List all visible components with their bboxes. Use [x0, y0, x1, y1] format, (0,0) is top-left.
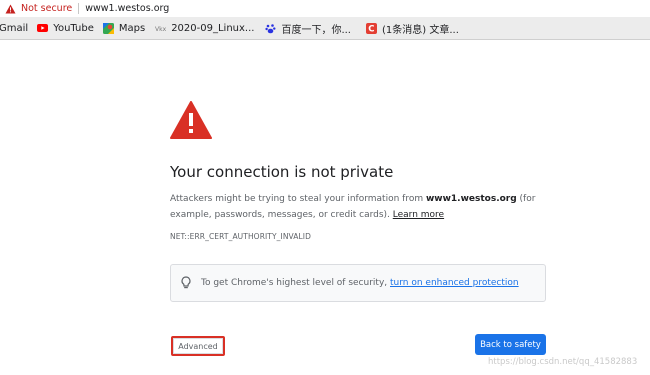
omnibox-divider	[78, 3, 80, 14]
back-to-safety-button[interactable]: Back to safety	[475, 334, 546, 355]
promo-text: To get Chrome's highest level of securit…	[201, 278, 390, 288]
bookmark-label: Gmail	[0, 22, 29, 34]
security-status-label[interactable]: Not secure	[21, 3, 72, 14]
error-description: Attackers might be trying to steal your …	[170, 191, 548, 223]
bookmark-youtube[interactable]: YouTube	[37, 23, 94, 34]
bookmark-baidu[interactable]: 百度一下，你...	[265, 21, 351, 36]
bookmark-maps[interactable]: Maps	[102, 22, 146, 34]
baidu-paw-icon	[265, 23, 276, 34]
promo-message: To get Chrome's highest level of securit…	[201, 278, 519, 288]
bookmark-csdn[interactable]: C (1条消息) 文章...	[366, 21, 459, 36]
bookmark-label: 百度一下，你...	[281, 24, 351, 36]
bookmark-linux[interactable]: Vkx 2020-09_Linux...	[155, 23, 254, 34]
maps-icon	[102, 22, 114, 34]
bookmark-label: Maps	[118, 22, 146, 34]
privacy-error-page: Your connection is not private Attackers…	[0, 41, 650, 375]
youtube-icon	[37, 24, 49, 32]
watermark-text: https://blog.csdn.net/qq_41582883	[488, 357, 638, 367]
address-bar[interactable]: Not secure www1.westos.org	[0, 0, 650, 17]
bookmark-label: (1条消息) 文章...	[382, 24, 459, 36]
csdn-c-icon: C	[366, 22, 377, 34]
warning-triangle-icon[interactable]	[5, 4, 16, 14]
bookmark-label: YouTube	[53, 22, 94, 34]
bookmark-label: 2020-09_Linux...	[171, 22, 255, 34]
bookmark-gmail[interactable]: Gmail	[0, 23, 28, 34]
page-icon: Vkx	[155, 24, 166, 33]
lightbulb-icon	[181, 276, 191, 290]
svg-text:C: C	[368, 24, 374, 33]
url-text[interactable]: www1.westos.org	[85, 3, 169, 14]
description-prefix: Attackers might be trying to steal your …	[170, 194, 426, 204]
enhanced-protection-link[interactable]: turn on enhanced protection	[390, 278, 519, 288]
danger-triangle-icon	[170, 101, 212, 143]
svg-text:Vkx: Vkx	[155, 26, 166, 33]
error-domain: www1.westos.org	[425, 194, 517, 204]
page-title: Your connection is not private	[170, 163, 394, 181]
learn-more-link[interactable]: Learn more	[393, 210, 444, 220]
bookmarks-bar: Gmail YouTube Maps Vkx 2020-09_Linux... …	[0, 17, 650, 40]
advanced-button[interactable]: Advanced	[171, 336, 225, 356]
enhanced-protection-promo: To get Chrome's highest level of securit…	[170, 264, 546, 302]
error-code: NET::ERR_CERT_AUTHORITY_INVALID	[170, 232, 311, 241]
